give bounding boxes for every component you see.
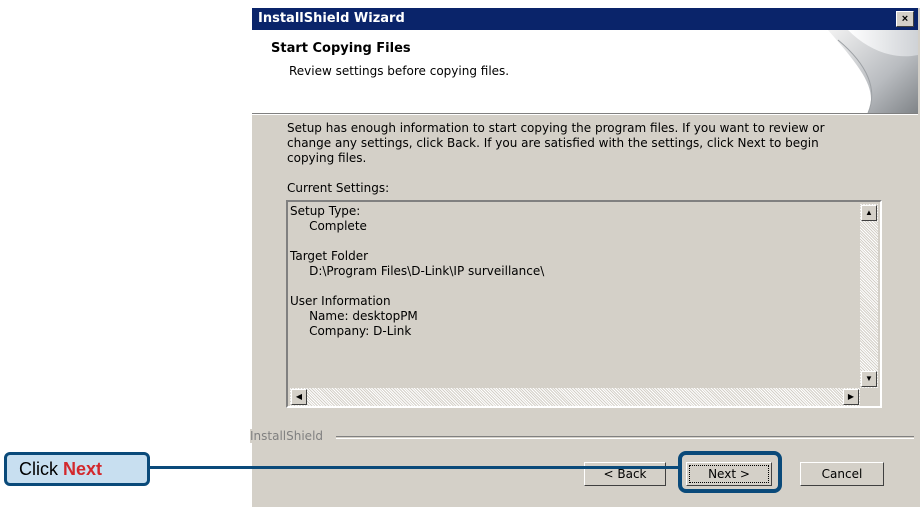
scrollbar-corner [860, 388, 878, 406]
vertical-scrollbar[interactable] [860, 204, 878, 388]
intro-text: Setup has enough information to start co… [287, 121, 825, 165]
page-title: Start Copying Files [271, 41, 411, 56]
page-subtitle: Review settings before copying files. [289, 64, 510, 78]
scroll-up-icon: ▲ [865, 208, 873, 217]
click-next-callout: Click Next [4, 452, 150, 486]
current-settings-label: Current Settings: [287, 181, 390, 195]
scroll-left-icon: ◀ [295, 392, 303, 401]
brand-label: InstallShield [250, 429, 328, 443]
next-button-highlight [678, 451, 782, 493]
header-divider [252, 114, 918, 115]
divider-line [336, 436, 914, 439]
window-title: InstallShield Wizard [258, 11, 405, 26]
brand-divider: InstallShield [250, 429, 920, 443]
callout-emphasis: Next [63, 459, 103, 479]
scroll-down-button[interactable]: ▼ [861, 371, 877, 387]
scroll-up-button[interactable]: ▲ [861, 205, 877, 221]
page-curl-graphic [808, 30, 918, 113]
scroll-left-button[interactable]: ◀ [291, 389, 307, 405]
callout-prefix: Click [19, 459, 58, 479]
cancel-button[interactable]: Cancel [800, 462, 884, 486]
close-button[interactable]: × [896, 11, 914, 27]
callout-connector [150, 466, 678, 469]
close-icon: × [901, 13, 909, 25]
scroll-right-icon: ▶ [847, 392, 855, 401]
scroll-right-button[interactable]: ▶ [843, 389, 859, 405]
title-bar: InstallShield Wizard × [252, 8, 918, 30]
horizontal-scrollbar[interactable] [290, 388, 860, 406]
wizard-header: Start Copying Files Review settings befo… [252, 30, 918, 114]
scroll-down-icon: ▼ [865, 374, 873, 383]
settings-text: Setup Type: Complete Target Folder D:\Pr… [290, 204, 545, 338]
